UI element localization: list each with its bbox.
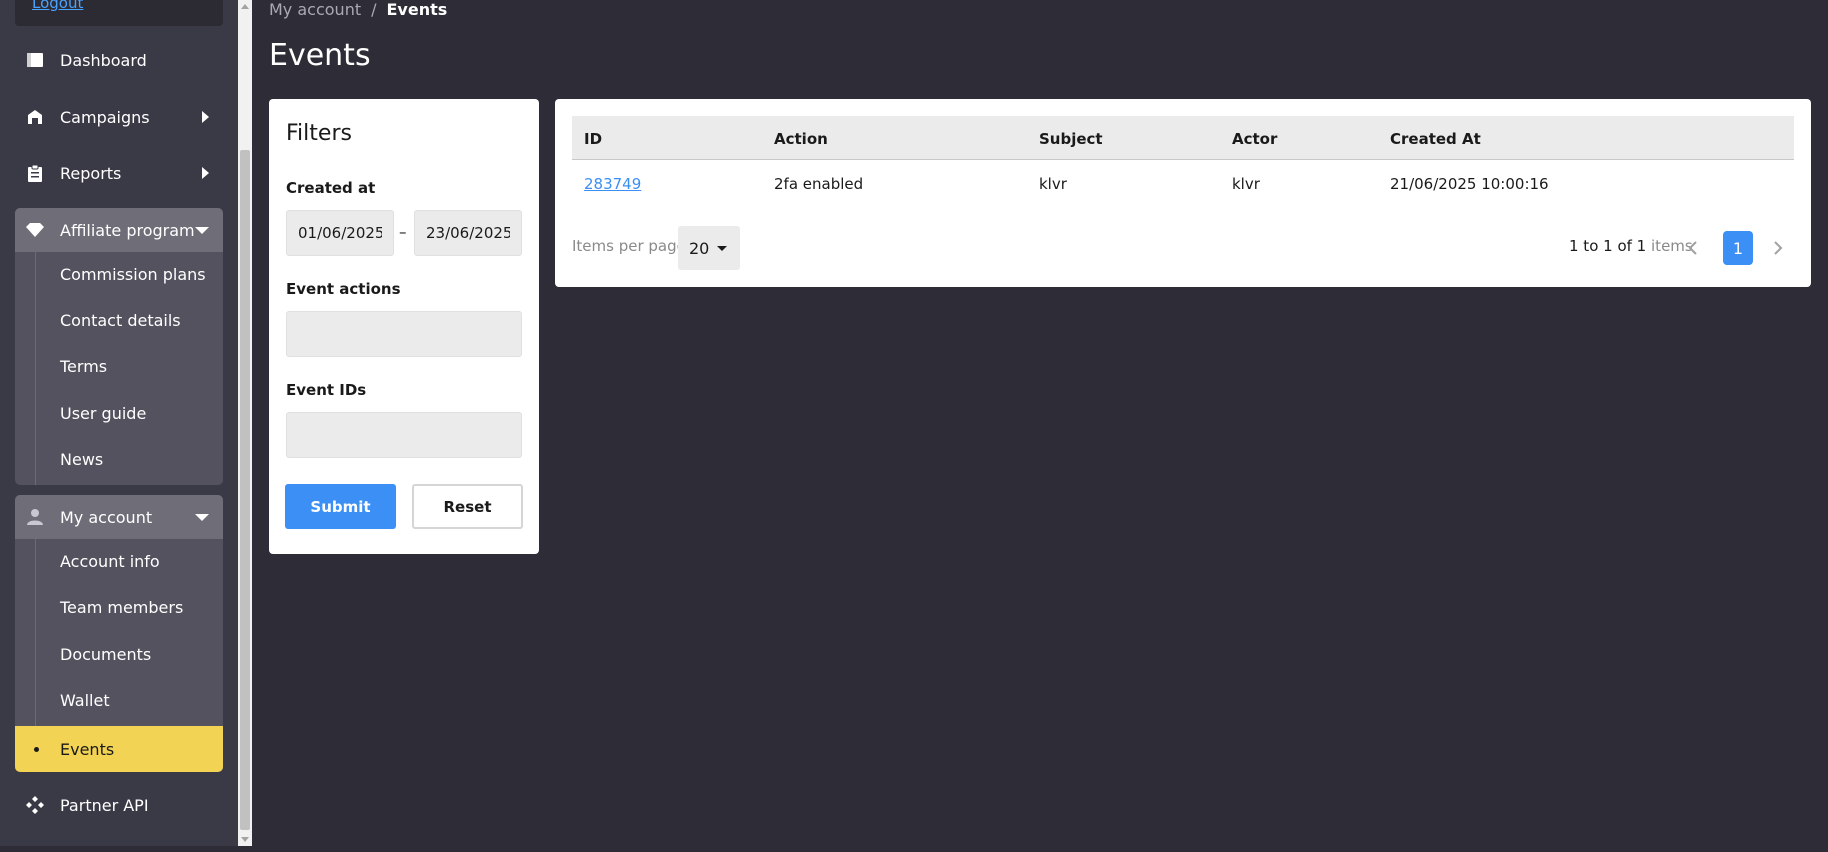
- sidebar-item-label: Affiliate program: [60, 220, 195, 240]
- pagination-page-current[interactable]: 1: [1723, 231, 1753, 265]
- clipboard-icon: [25, 163, 45, 183]
- sidebar-item-documents[interactable]: Documents: [60, 643, 151, 667]
- sidebar-item-label: My account: [60, 507, 153, 527]
- date-from-input[interactable]: [286, 210, 394, 256]
- event-id-link[interactable]: 283749: [584, 175, 641, 193]
- chevron-right-icon[interactable]: [1773, 240, 1785, 255]
- sidebar-item-reports[interactable]: Reports: [15, 150, 223, 196]
- column-header-subject[interactable]: Subject: [1039, 130, 1103, 148]
- event-actor-cell: klvr: [1232, 175, 1260, 193]
- diamond-icon: [25, 220, 45, 240]
- table-header: ID Action Subject Actor Created At: [572, 116, 1794, 160]
- sidebar-item-campaigns[interactable]: Campaigns: [15, 94, 223, 140]
- column-header-id[interactable]: ID: [584, 130, 602, 148]
- filters-title: Filters: [286, 121, 352, 146]
- date-to-input[interactable]: [414, 210, 522, 256]
- sidebar: Logout Dashboard Campaigns Reports Affil…: [0, 0, 238, 846]
- sidebar-item-account-info[interactable]: Account info: [60, 550, 160, 574]
- column-header-action[interactable]: Action: [774, 130, 828, 148]
- items-per-page-value: 20: [689, 238, 710, 258]
- sidebar-item-label: Partner API: [60, 795, 149, 815]
- chevron-left-icon[interactable]: [1688, 240, 1700, 255]
- submit-button[interactable]: Submit: [285, 484, 396, 529]
- sidebar-item-contact-details[interactable]: Contact details: [60, 309, 181, 333]
- filters-panel: Filters Created at – Event actions Event…: [269, 99, 539, 554]
- network-icon: [25, 795, 45, 815]
- sidebar-item-label: Campaigns: [60, 107, 150, 127]
- items-per-page-select[interactable]: 20: [678, 226, 740, 270]
- pagination-summary: 1 to 1 of 1 items: [1569, 237, 1693, 255]
- chevron-down-icon: [195, 227, 209, 234]
- pagination-range: 1 to 1 of 1: [1569, 237, 1647, 255]
- sidebar-item-partner-api[interactable]: Partner API: [15, 782, 223, 828]
- date-range-separator: –: [399, 223, 407, 241]
- event-actions-input[interactable]: [286, 311, 522, 357]
- event-actions-label: Event actions: [286, 280, 401, 298]
- sidebar-item-terms[interactable]: Terms: [60, 355, 107, 379]
- breadcrumb: My account / Events: [269, 0, 447, 19]
- affiliate-program-group: Affiliate program Commission plans Conta…: [15, 208, 223, 485]
- event-ids-label: Event IDs: [286, 381, 367, 399]
- breadcrumb-parent[interactable]: My account: [269, 0, 361, 19]
- sidebar-item-dashboard[interactable]: Dashboard: [15, 37, 223, 83]
- logout-box: Logout: [15, 0, 223, 26]
- scrollbar-thumb[interactable]: [240, 150, 250, 830]
- event-subject-cell: klvr: [1039, 175, 1067, 193]
- store-icon: [25, 107, 45, 127]
- sidebar-item-label: Reports: [60, 163, 122, 183]
- logout-link[interactable]: Logout: [32, 0, 83, 12]
- sidebar-item-wallet[interactable]: Wallet: [60, 689, 110, 713]
- sidebar-item-affiliate-program[interactable]: Affiliate program: [15, 208, 223, 252]
- event-created-at-cell: 21/06/2025 10:00:16: [1390, 175, 1549, 193]
- column-header-created-at[interactable]: Created At: [1390, 130, 1481, 148]
- chevron-right-icon: [202, 167, 209, 179]
- sidebar-item-news[interactable]: News: [60, 448, 103, 472]
- pagination-suffix: items: [1651, 237, 1693, 255]
- dashboard-icon: [25, 50, 45, 70]
- breadcrumb-separator: /: [371, 0, 377, 19]
- sidebar-item-user-guide[interactable]: User guide: [60, 402, 146, 426]
- user-icon: [25, 507, 45, 527]
- sidebar-item-events[interactable]: Events: [15, 726, 223, 772]
- created-at-label: Created at: [286, 179, 376, 197]
- sidebar-scrollbar[interactable]: [238, 0, 252, 846]
- scroll-up-icon[interactable]: [241, 4, 249, 9]
- breadcrumb-current: Events: [386, 0, 448, 19]
- sidebar-item-my-account[interactable]: My account: [15, 495, 223, 539]
- caret-down-icon: [717, 246, 727, 251]
- sidebar-item-label: Dashboard: [60, 50, 147, 70]
- bullet-icon: [34, 747, 39, 752]
- chevron-right-icon: [202, 111, 209, 123]
- sidebar-item-label: Events: [60, 739, 115, 759]
- page-title: Events: [269, 38, 371, 73]
- sidebar-item-team-members[interactable]: Team members: [60, 596, 183, 620]
- events-table-card: ID Action Subject Actor Created At 28374…: [555, 99, 1811, 287]
- event-ids-input[interactable]: [286, 412, 522, 458]
- chevron-down-icon: [195, 514, 209, 521]
- items-per-page-label: Items per page: [572, 237, 686, 255]
- reset-button[interactable]: Reset: [412, 484, 523, 529]
- scroll-down-icon[interactable]: [241, 837, 249, 842]
- group-divider: [35, 252, 36, 485]
- column-header-actor[interactable]: Actor: [1232, 130, 1277, 148]
- sidebar-item-commission-plans[interactable]: Commission plans: [60, 263, 206, 287]
- event-action-cell: 2fa enabled: [774, 175, 864, 193]
